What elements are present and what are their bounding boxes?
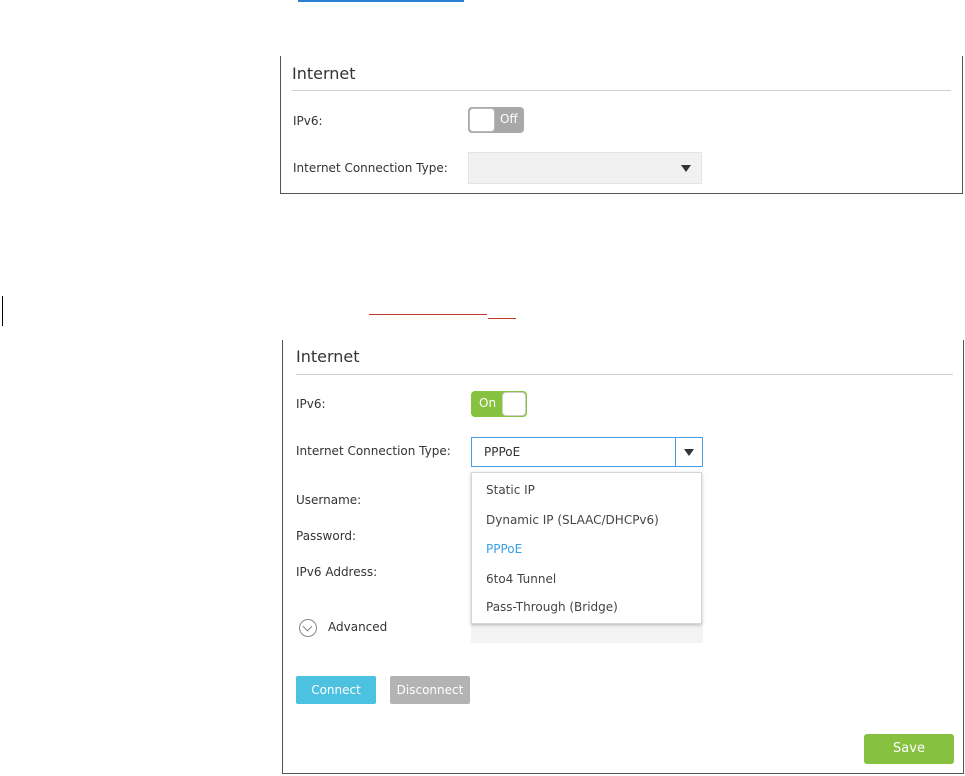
option-static-ip[interactable]: Static IP: [486, 483, 535, 497]
link-underline: [369, 314, 487, 315]
panel-title: Internet: [292, 64, 356, 83]
toggle-knob: [502, 392, 526, 416]
ipv6-address-label: IPv6 Address:: [296, 565, 378, 579]
password-label: Password:: [296, 529, 357, 543]
dropdown-button[interactable]: [675, 438, 702, 466]
connect-button[interactable]: Connect: [296, 676, 376, 704]
hidden-field: [471, 621, 703, 643]
internet-panel-ipv6-off: Internet IPv6: Off Internet Connection T…: [280, 56, 963, 194]
connection-type-label: Internet Connection Type:: [296, 444, 451, 458]
option-pass-through[interactable]: Pass-Through (Bridge): [486, 600, 618, 614]
advanced-toggle-label[interactable]: Advanced: [328, 620, 387, 634]
panel-title: Internet: [296, 347, 360, 366]
save-button[interactable]: Save: [864, 734, 954, 764]
ipv6-label: IPv6:: [293, 114, 323, 128]
username-label: Username:: [296, 493, 362, 507]
option-pppoe[interactable]: PPPoE: [486, 542, 522, 556]
chevron-down-circle-icon[interactable]: [299, 619, 317, 637]
option-6to4-tunnel[interactable]: 6to4 Tunnel: [486, 572, 556, 586]
connection-type-label: Internet Connection Type:: [293, 161, 448, 175]
text-cursor: [2, 296, 3, 326]
toggle-state: On: [479, 396, 497, 410]
chevron-down-icon: [302, 621, 313, 632]
internet-panel-ipv6-on: Internet IPv6: On Internet Connection Ty…: [282, 340, 964, 774]
chevron-down-icon: [684, 449, 694, 456]
connection-type-select[interactable]: [468, 152, 702, 184]
link-underline: [488, 318, 516, 319]
ipv6-toggle[interactable]: On: [471, 391, 527, 417]
option-dynamic-ip[interactable]: Dynamic IP (SLAAC/DHCPv6): [486, 513, 659, 527]
chevron-down-icon: [681, 165, 691, 172]
toggle-state: Off: [500, 112, 518, 126]
connection-type-select[interactable]: PPPoE: [471, 437, 703, 467]
select-value: PPPoE: [484, 445, 521, 459]
connection-type-dropdown: Static IP Dynamic IP (SLAAC/DHCPv6) PPPo…: [471, 472, 702, 624]
ipv6-toggle[interactable]: Off: [468, 107, 524, 133]
ipv6-label: IPv6:: [296, 397, 326, 411]
link-underline: [298, 0, 464, 2]
divider: [292, 90, 951, 91]
toggle-knob: [469, 108, 495, 132]
divider: [296, 374, 953, 375]
disconnect-button[interactable]: Disconnect: [390, 676, 470, 704]
